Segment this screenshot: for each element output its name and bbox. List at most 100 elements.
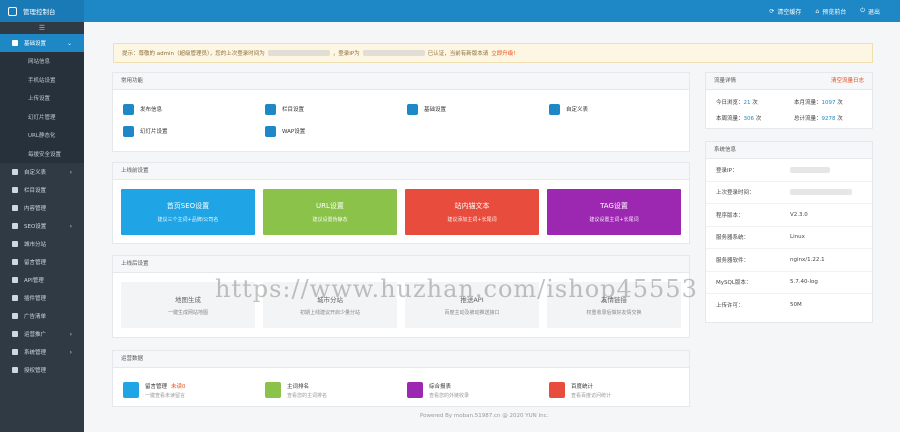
baidu-stats-op[interactable]: 百度统计 查看百度访问统计 (549, 378, 691, 402)
redacted-time (267, 50, 330, 56)
sidebar-subitem-url-static[interactable]: URL静态化 (0, 126, 84, 145)
document-icon (549, 382, 565, 398)
sidebar-item-ads[interactable]: 广告清单 (0, 307, 84, 325)
ranking-op[interactable]: 主词排名 查看您的主词排名 (265, 378, 407, 402)
anchor-text-card[interactable]: 站内锚文本 建议添加主词+长尾词 (405, 189, 539, 235)
clear-cache-link[interactable]: ⟳ 清空缓存 (769, 7, 801, 16)
cloud-icon (12, 367, 18, 373)
logout-link[interactable]: ⏻ 退出 (860, 7, 880, 16)
unread-badge: 未读0 (171, 383, 186, 390)
panel-header: 上线后设置 (113, 256, 689, 273)
redacted-time (790, 189, 852, 196)
gear-icon (12, 40, 18, 46)
today-views: 今日浏览：21 次 (716, 100, 758, 106)
globe-icon (12, 241, 18, 247)
seo-settings-card[interactable]: 首页SEO设置 建议三个主词+品牌/公司名 (121, 189, 255, 235)
sidebar-subitem-upload[interactable]: 上传设置 (0, 89, 84, 108)
notice-bar: 提示：尊敬的 admin（超级管理员），您的上次登录时间为 ，登录IP为 已认证… (113, 43, 873, 63)
traffic-panel: 流量详情 清空流量日志 今日浏览：21 次 本月流量：1097 次 本周流量：30… (705, 72, 873, 129)
quick-wap[interactable]: WAP设置 (265, 120, 407, 142)
sidebar-subitem-security[interactable]: 每援安全设置 (0, 144, 84, 163)
sidebar-item-content[interactable]: 内容管理 (0, 199, 84, 217)
sidebar-subitem-site-info[interactable]: 网站信息 (0, 52, 84, 71)
top-bar: 管理控制台 ⟳ 清空缓存 ⌂ 预览前台 ⏻ 退出 (0, 0, 900, 22)
power-icon: ⏻ (860, 7, 865, 14)
sidebar-item-marketing[interactable]: 运营推广 › (0, 325, 84, 343)
pen-icon (549, 103, 560, 115)
footer: Powered By moban.51987.cn @ 2020 YUN Inc… (420, 413, 549, 419)
redacted-ip (362, 50, 425, 56)
tag-icon (12, 169, 18, 175)
link-icon (407, 382, 423, 398)
sidebar: ☰ 基础设置 ⌄ 网站信息 手机站设置 上传设置 幻灯片管理 URL静态化 每援… (0, 22, 84, 432)
upgrade-link[interactable]: 立即升级! (491, 49, 515, 57)
sidebar-item-custom-table[interactable]: 自定义表 › (0, 163, 84, 181)
sys-row-version: 程序版本： V2.3.0 (706, 204, 872, 227)
comment-icon (12, 259, 18, 265)
ad-icon (12, 313, 18, 319)
app-title: 管理控制台 (23, 8, 56, 16)
quick-functions-panel: 常用功能 发布信息 栏目设置 基础设置 自定义表 幻灯片设置 WAP设置 (112, 72, 690, 152)
gear-icon (407, 103, 418, 115)
columns-icon (12, 187, 18, 193)
quick-columns[interactable]: 栏目设置 (265, 98, 407, 120)
sidebar-item-city[interactable]: 城市分站 (0, 235, 84, 253)
message-icon (123, 382, 139, 398)
sidebar-item-columns[interactable]: 栏目设置 (0, 181, 84, 199)
panel-header: 常用功能 (113, 73, 689, 90)
chevron-right-icon: › (69, 168, 72, 176)
sidebar-item-seo[interactable]: SEO设置 › (0, 217, 84, 235)
watermark: https://www.huzhan.com/ishop45553 (215, 275, 698, 303)
sys-row-server: 服务器软件： nginx/1.22.1 (706, 249, 872, 272)
pre-launch-panel: 上线前设置 首页SEO设置 建议三个主词+品牌/公司名 URL设置 建议设置伪静态 … (112, 162, 690, 244)
panel-header: 上线前设置 (113, 163, 689, 180)
messages-op[interactable]: 留言管理 未读0 一键查看未读留言 (123, 378, 265, 402)
operations-panel: 运营数据 留言管理 未读0 一键查看未读留言 主词排名 查看您的主词排名 综合报表 查看… (112, 350, 690, 407)
preview-site-link[interactable]: ⌂ 预览前台 (815, 7, 846, 16)
edit-icon (12, 205, 18, 211)
panel-header: 运营数据 (113, 351, 689, 368)
sidebar-item-license[interactable]: 授权管理 (0, 361, 84, 379)
logo-icon (8, 6, 17, 16)
sidebar-item-plugins[interactable]: 插件管理 (0, 289, 84, 307)
quick-custom-table[interactable]: 自定义表 (549, 98, 691, 120)
sidebar-item-basic-settings[interactable]: 基础设置 ⌄ (0, 34, 84, 52)
week-views: 本周流量：306 次 (716, 116, 762, 122)
monitor-icon (12, 349, 18, 355)
sidebar-subitem-mobile[interactable]: 手机站设置 (0, 70, 84, 89)
redacted-ip (790, 166, 830, 173)
top-actions: ⟳ 清空缓存 ⌂ 预览前台 ⏻ 退出 (769, 7, 900, 16)
tag-settings-card[interactable]: TAG设置 建议设置主词+长尾词 (547, 189, 681, 235)
quick-basic-settings[interactable]: 基础设置 (407, 98, 549, 120)
sidebar-item-api[interactable]: API管理 (0, 271, 84, 289)
month-views: 本月流量：1097 次 (794, 100, 843, 106)
edit-icon (123, 103, 134, 115)
list-icon (265, 103, 276, 115)
system-info-panel: 系统信息 登录IP： 上次登录时间： 程序版本： V2.3.0 服务器系统： Lin… (705, 141, 873, 323)
clear-traffic-log-link[interactable]: 清空流量日志 (831, 73, 864, 89)
sys-row-last-login: 上次登录时间： (706, 182, 872, 204)
logo[interactable]: 管理控制台 (0, 0, 84, 22)
quick-publish[interactable]: 发布信息 (123, 98, 265, 120)
refresh-icon: ⟳ (769, 7, 775, 15)
sys-row-os: 服务器系统： Linux (706, 227, 872, 249)
hamburger-icon[interactable]: ☰ (0, 22, 84, 34)
quick-slides[interactable]: 幻灯片设置 (123, 120, 265, 142)
panel-header: 系统信息 (706, 142, 872, 159)
mobile-gear-icon (265, 125, 276, 137)
sidebar-item-messages[interactable]: 留言管理 (0, 253, 84, 271)
total-views: 总计流量：9278 次 (794, 116, 843, 122)
sys-row-upload: 上传许可： 50M (716, 302, 802, 310)
sidebar-subitem-slides[interactable]: 幻灯片管理 (0, 107, 84, 126)
sys-row-ip: 登录IP： (706, 159, 872, 182)
chevron-down-icon: ⌄ (66, 39, 72, 47)
chevron-right-icon: › (69, 348, 72, 356)
panel-header: 流量详情 清空流量日志 (706, 73, 872, 90)
slides-icon (123, 125, 134, 137)
sys-row-mysql: MySQL版本： 5.7.40-log (706, 272, 872, 294)
reports-op[interactable]: 综合报表 查看您的外链收录 (407, 378, 549, 402)
url-settings-card[interactable]: URL设置 建议设置伪静态 (263, 189, 397, 235)
plugin-icon (12, 295, 18, 301)
chart-icon (12, 223, 18, 229)
sidebar-item-system[interactable]: 系统管理 › (0, 343, 84, 361)
